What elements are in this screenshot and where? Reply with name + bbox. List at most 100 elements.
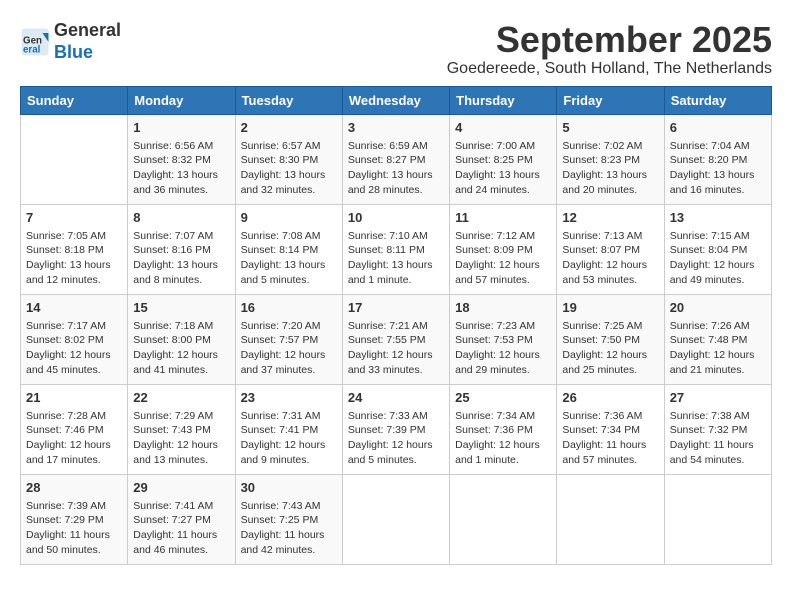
calendar-cell: 27Sunrise: 7:38 AM Sunset: 7:32 PM Dayli… bbox=[664, 384, 771, 474]
calendar-cell: 6 Sunrise: 7:04 AM Sunset: 8:20 PM Daylig… bbox=[664, 114, 771, 204]
day-number: 6 bbox=[670, 119, 766, 137]
day-number: 4 bbox=[455, 119, 551, 137]
day-info: Sunrise: 7:38 AM Sunset: 7:32 PM Dayligh… bbox=[670, 409, 766, 468]
calendar-cell: 12 Sunrise: 7:13 AM Sunset: 8:07 PM Dayli… bbox=[557, 204, 664, 294]
day-number: 10 bbox=[348, 209, 444, 227]
day-info: Sunrise: 7:34 AM Sunset: 7:36 PM Dayligh… bbox=[455, 409, 551, 468]
calendar-cell: 18Sunrise: 7:23 AM Sunset: 7:53 PM Dayli… bbox=[450, 294, 557, 384]
calendar-cell: 14 Sunrise: 7:17 AM Sunset: 8:02 PM Dayli… bbox=[21, 294, 128, 384]
calendar-cell bbox=[450, 474, 557, 564]
calendar-cell bbox=[21, 114, 128, 204]
day-info: Sunrise: 7:20 AM Sunset: 7:57 PM Dayligh… bbox=[241, 319, 337, 378]
day-info: Sunrise: 7:31 AM Sunset: 7:41 PM Dayligh… bbox=[241, 409, 337, 468]
weekday-header-saturday: Saturday bbox=[664, 86, 771, 114]
day-number: 22 bbox=[133, 389, 229, 407]
day-info: Sunrise: 7:13 AM Sunset: 8:07 PM Dayligh… bbox=[562, 229, 658, 288]
day-info: Sunrise: 6:56 AM Sunset: 8:32 PM Dayligh… bbox=[133, 139, 229, 198]
calendar-cell bbox=[664, 474, 771, 564]
svg-text:eral: eral bbox=[23, 44, 41, 55]
day-info: Sunrise: 7:43 AM Sunset: 7:25 PM Dayligh… bbox=[241, 499, 337, 558]
calendar-cell: 11 Sunrise: 7:12 AM Sunset: 8:09 PM Dayli… bbox=[450, 204, 557, 294]
day-info: Sunrise: 6:57 AM Sunset: 8:30 PM Dayligh… bbox=[241, 139, 337, 198]
day-info: Sunrise: 7:21 AM Sunset: 7:55 PM Dayligh… bbox=[348, 319, 444, 378]
day-number: 29 bbox=[133, 479, 229, 497]
calendar-cell: 5Sunrise: 7:02 AM Sunset: 8:23 PM Daylig… bbox=[557, 114, 664, 204]
logo-blue-text: Blue bbox=[54, 42, 93, 62]
calendar-cell: 24Sunrise: 7:33 AM Sunset: 7:39 PM Dayli… bbox=[342, 384, 449, 474]
calendar-cell: 20 Sunrise: 7:26 AM Sunset: 7:48 PM Dayli… bbox=[664, 294, 771, 384]
day-info: Sunrise: 6:59 AM Sunset: 8:27 PM Dayligh… bbox=[348, 139, 444, 198]
day-number: 28 bbox=[26, 479, 122, 497]
day-info: Sunrise: 7:04 AM Sunset: 8:20 PM Dayligh… bbox=[670, 139, 766, 198]
day-number: 25 bbox=[455, 389, 551, 407]
day-info: Sunrise: 7:29 AM Sunset: 7:43 PM Dayligh… bbox=[133, 409, 229, 468]
calendar-cell: 7 Sunrise: 7:05 AM Sunset: 8:18 PM Daylig… bbox=[21, 204, 128, 294]
day-info: Sunrise: 7:41 AM Sunset: 7:27 PM Dayligh… bbox=[133, 499, 229, 558]
calendar-table: SundayMondayTuesdayWednesdayThursdayFrid… bbox=[20, 86, 772, 565]
day-number: 12 bbox=[562, 209, 658, 227]
day-info: Sunrise: 7:18 AM Sunset: 8:00 PM Dayligh… bbox=[133, 319, 229, 378]
day-number: 30 bbox=[241, 479, 337, 497]
day-info: Sunrise: 7:26 AM Sunset: 7:48 PM Dayligh… bbox=[670, 319, 766, 378]
day-number: 20 bbox=[670, 299, 766, 317]
day-info: Sunrise: 7:05 AM Sunset: 8:18 PM Dayligh… bbox=[26, 229, 122, 288]
day-info: Sunrise: 7:28 AM Sunset: 7:46 PM Dayligh… bbox=[26, 409, 122, 468]
day-number: 24 bbox=[348, 389, 444, 407]
calendar-cell: 10 Sunrise: 7:10 AM Sunset: 8:11 PM Dayli… bbox=[342, 204, 449, 294]
day-number: 15 bbox=[133, 299, 229, 317]
title-area: September 2025 Goedereede, South Holland… bbox=[447, 20, 772, 78]
day-info: Sunrise: 7:12 AM Sunset: 8:09 PM Dayligh… bbox=[455, 229, 551, 288]
logo-general-text: General bbox=[54, 20, 121, 40]
weekday-header-friday: Friday bbox=[557, 86, 664, 114]
calendar-cell: 1 Sunrise: 6:56 AM Sunset: 8:32 PM Daylig… bbox=[128, 114, 235, 204]
calendar-cell: 8 Sunrise: 7:07 AM Sunset: 8:16 PM Daylig… bbox=[128, 204, 235, 294]
day-info: Sunrise: 7:17 AM Sunset: 8:02 PM Dayligh… bbox=[26, 319, 122, 378]
day-number: 17 bbox=[348, 299, 444, 317]
day-number: 8 bbox=[133, 209, 229, 227]
day-number: 26 bbox=[562, 389, 658, 407]
calendar-cell: 3 Sunrise: 6:59 AM Sunset: 8:27 PM Daylig… bbox=[342, 114, 449, 204]
logo-icon: Gen eral bbox=[20, 27, 50, 57]
calendar-cell: 4 Sunrise: 7:00 AM Sunset: 8:25 PM Daylig… bbox=[450, 114, 557, 204]
day-info: Sunrise: 7:23 AM Sunset: 7:53 PM Dayligh… bbox=[455, 319, 551, 378]
calendar-cell bbox=[342, 474, 449, 564]
day-number: 21 bbox=[26, 389, 122, 407]
calendar-cell: 15 Sunrise: 7:18 AM Sunset: 8:00 PM Dayli… bbox=[128, 294, 235, 384]
weekday-header-monday: Monday bbox=[128, 86, 235, 114]
logo: Gen eral General Blue bbox=[20, 20, 121, 63]
day-number: 2 bbox=[241, 119, 337, 137]
calendar-cell: 2 Sunrise: 6:57 AM Sunset: 8:30 PM Daylig… bbox=[235, 114, 342, 204]
calendar-cell: 16 Sunrise: 7:20 AM Sunset: 7:57 PM Dayli… bbox=[235, 294, 342, 384]
calendar-cell: 25 Sunrise: 7:34 AM Sunset: 7:36 PM Dayli… bbox=[450, 384, 557, 474]
day-info: Sunrise: 7:00 AM Sunset: 8:25 PM Dayligh… bbox=[455, 139, 551, 198]
day-number: 7 bbox=[26, 209, 122, 227]
calendar-cell: 21 Sunrise: 7:28 AM Sunset: 7:46 PM Dayli… bbox=[21, 384, 128, 474]
calendar-cell: 26 Sunrise: 7:36 AM Sunset: 7:34 PM Dayli… bbox=[557, 384, 664, 474]
day-info: Sunrise: 7:15 AM Sunset: 8:04 PM Dayligh… bbox=[670, 229, 766, 288]
day-number: 11 bbox=[455, 209, 551, 227]
location-title: Goedereede, South Holland, The Netherlan… bbox=[447, 60, 772, 78]
day-info: Sunrise: 7:39 AM Sunset: 7:29 PM Dayligh… bbox=[26, 499, 122, 558]
calendar-cell: 30 Sunrise: 7:43 AM Sunset: 7:25 PM Dayli… bbox=[235, 474, 342, 564]
day-number: 9 bbox=[241, 209, 337, 227]
day-number: 23 bbox=[241, 389, 337, 407]
calendar-cell: 22 Sunrise: 7:29 AM Sunset: 7:43 PM Dayli… bbox=[128, 384, 235, 474]
month-title: September 2025 bbox=[447, 20, 772, 60]
day-info: Sunrise: 7:02 AM Sunset: 8:23 PM Dayligh… bbox=[562, 139, 658, 198]
calendar-cell: 23 Sunrise: 7:31 AM Sunset: 7:41 PM Dayli… bbox=[235, 384, 342, 474]
calendar-cell: 9 Sunrise: 7:08 AM Sunset: 8:14 PM Daylig… bbox=[235, 204, 342, 294]
calendar-cell: 29 Sunrise: 7:41 AM Sunset: 7:27 PM Dayli… bbox=[128, 474, 235, 564]
day-number: 1 bbox=[133, 119, 229, 137]
calendar-cell: 28 Sunrise: 7:39 AM Sunset: 7:29 PM Dayli… bbox=[21, 474, 128, 564]
calendar-cell: 13 Sunrise: 7:15 AM Sunset: 8:04 PM Dayli… bbox=[664, 204, 771, 294]
day-info: Sunrise: 7:36 AM Sunset: 7:34 PM Dayligh… bbox=[562, 409, 658, 468]
day-info: Sunrise: 7:08 AM Sunset: 8:14 PM Dayligh… bbox=[241, 229, 337, 288]
day-number: 16 bbox=[241, 299, 337, 317]
day-number: 3 bbox=[348, 119, 444, 137]
day-number: 13 bbox=[670, 209, 766, 227]
weekday-header-sunday: Sunday bbox=[21, 86, 128, 114]
day-info: Sunrise: 7:10 AM Sunset: 8:11 PM Dayligh… bbox=[348, 229, 444, 288]
weekday-header-thursday: Thursday bbox=[450, 86, 557, 114]
day-info: Sunrise: 7:07 AM Sunset: 8:16 PM Dayligh… bbox=[133, 229, 229, 288]
day-number: 14 bbox=[26, 299, 122, 317]
